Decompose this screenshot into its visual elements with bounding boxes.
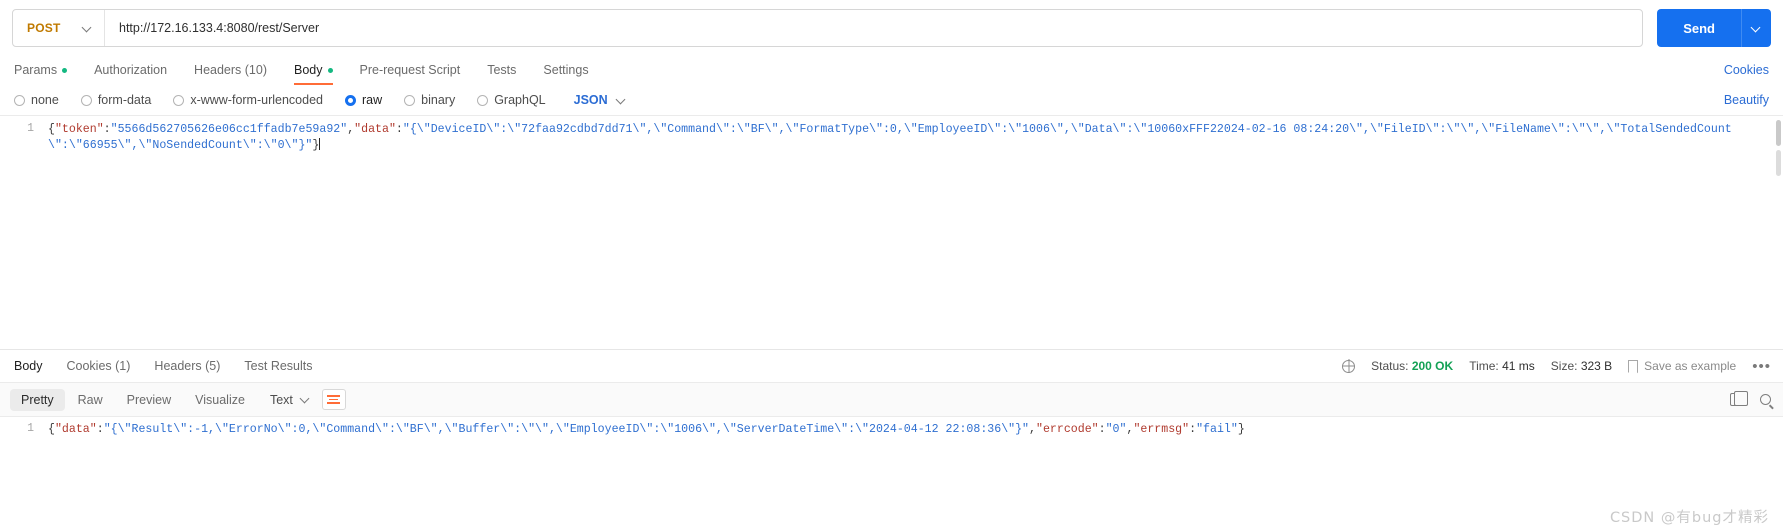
body-format-selector[interactable]: JSON [574,93,626,107]
response-line-numbers: 1 [27,422,34,435]
response-meta-bar: Body Cookies (1) Headers (5) Test Results S… [0,349,1783,382]
request-tabs: Params Authorization Headers (10) Body Pre-r… [0,56,1783,85]
response-tab-headers-5[interactable]: Headers (5) [154,359,220,373]
radio-icon[interactable] [14,94,25,106]
size-badge: Size: 323 B [1551,359,1612,373]
body-type-none[interactable]: none [14,93,59,107]
request-tab-label: Body [294,63,323,77]
response-tab-cookies-1[interactable]: Cookies (1) [67,359,131,373]
time-label: Time: [1469,359,1499,373]
bookmark-icon [1628,360,1639,372]
modified-dot-icon [62,67,68,73]
chevron-down-icon [301,395,310,404]
body-type-form-data[interactable]: form-data [80,93,152,107]
request-tab-pre-request-script[interactable]: Pre-request Script [360,63,461,85]
response-tab-test-results[interactable]: Test Results [244,359,312,373]
chevron-down-icon [1752,24,1761,33]
beautify-link[interactable]: Beautify [1724,93,1769,107]
body-type-row: none form-data x-www-form-urlencoded raw bin… [0,85,1783,115]
request-body-editor[interactable]: 1 {"token":"5566d562705626e06cc1ffadb7e5… [0,115,1783,349]
body-type-label: none [31,93,59,107]
editor-scrollbar-track[interactable] [1776,150,1781,176]
response-tab-body[interactable]: Body [14,359,43,373]
chevron-down-icon [83,24,92,33]
radio-icon[interactable] [345,94,356,106]
url-bar-row: POST Send [0,0,1783,56]
radio-icon[interactable] [477,94,489,106]
body-type-binary[interactable]: binary [404,93,455,107]
response-body-code: {"data":"{\"Result\":-1,\"ErrorNo\":0,\"… [48,423,1245,436]
cookies-link[interactable]: Cookies [1724,63,1769,85]
request-tab-label: Settings [543,63,589,77]
send-options-button[interactable] [1741,9,1771,47]
send-button-group: Send [1657,9,1771,47]
request-body-code[interactable]: {"token":"5566d562705626e06cc1ffadb7e59a… [42,116,1783,349]
radio-icon[interactable] [404,94,416,106]
request-tab-settings[interactable]: Settings [543,63,588,85]
size-label: Size: [1550,359,1578,373]
chevron-down-icon [617,96,626,105]
body-type-label: form-data [97,93,152,107]
send-button[interactable]: Send [1657,9,1741,47]
modified-dot-icon [327,67,333,73]
search-icon[interactable] [1760,394,1771,405]
response-view-modes: Pretty Raw Preview Visualize [10,388,258,411]
request-tab-label: Tests [487,63,517,77]
copy-icon[interactable] [1730,390,1748,406]
wrap-line-1 [327,395,341,397]
request-tab-label: Params [14,63,58,77]
save-as-example-button[interactable]: Save as example [1628,359,1736,373]
http-method-selector[interactable]: POST [13,10,105,46]
request-tab-params[interactable]: Params [14,63,68,85]
more-options-button[interactable]: ••• [1752,358,1771,375]
time-badge: Time: 41 ms [1469,359,1535,373]
body-format-label: JSON [573,93,608,107]
response-body-pane: 1 {"data":"{\"Result\":-1,\"ErrorNo\":0,… [0,416,1783,532]
globe-icon [1342,359,1356,373]
response-format-label: Text [269,392,293,407]
body-type-label: raw [362,93,383,107]
request-tab-headers-10[interactable]: Headers (10) [194,63,267,85]
radio-icon[interactable] [173,94,185,106]
response-toolbar-actions [1730,390,1771,406]
editor-scrollbar-thumb[interactable] [1776,120,1781,146]
url-input[interactable] [105,10,1643,46]
size-value: 323 B [1580,359,1613,373]
status-value: 200 OK [1411,359,1454,373]
response-tabs: Body Cookies (1) Headers (5) Test Results [14,359,337,373]
view-mode-visualize[interactable]: Visualize [184,389,256,411]
http-method-label: POST [27,21,61,35]
url-bar: POST [12,9,1644,47]
request-tab-body[interactable]: Body [294,63,333,85]
request-tab-tests[interactable]: Tests [487,63,516,85]
response-meta-group: Status: 200 OK Time: 41 ms Size: 323 B S… [1342,358,1771,375]
response-view-toolbar: Pretty Raw Preview Visualize Text [0,382,1783,416]
request-tab-label: Headers (10) [194,63,267,77]
body-type-label: GraphQL [494,93,546,107]
request-tab-label: Authorization [94,63,168,77]
view-mode-preview[interactable]: Preview [116,389,182,411]
body-type-label: x-www-form-urlencoded [190,93,323,107]
postman-request-response-pane: POST Send Params Authorization Headers (10… [0,0,1783,532]
request-tab-authorization[interactable]: Authorization [94,63,167,85]
view-mode-pretty[interactable]: Pretty [10,388,65,411]
save-as-example-label: Save as example [1644,359,1737,373]
wrap-line-3 [327,402,341,404]
body-type-x-www-form-urlencoded[interactable]: x-www-form-urlencoded [173,93,323,107]
body-type-graphql[interactable]: GraphQL [477,93,546,107]
request-tab-label: Pre-request Script [359,63,461,77]
wrap-lines-button[interactable] [321,389,346,410]
time-value: 41 ms [1502,359,1535,373]
body-type-label: binary [421,93,456,107]
wrap-line-2 [329,398,339,401]
response-format-selector[interactable]: Text [270,393,310,407]
editor-line-numbers: 1 [27,122,34,135]
view-mode-raw[interactable]: Raw [67,389,114,411]
body-type-raw[interactable]: raw [345,93,382,107]
radio-icon[interactable] [80,94,92,106]
status-label: Status: [1371,359,1409,373]
status-badge: Status: 200 OK [1371,359,1453,373]
